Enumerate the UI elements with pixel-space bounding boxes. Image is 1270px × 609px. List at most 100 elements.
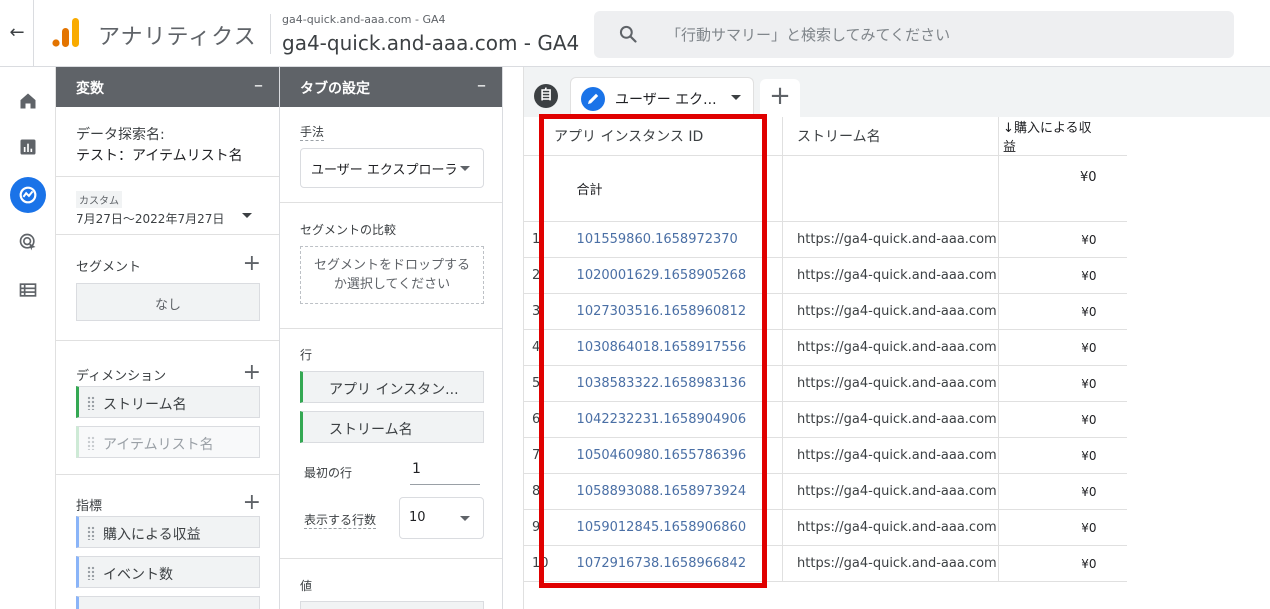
revenue-cell: ¥0 bbox=[998, 329, 1127, 366]
table-row[interactable]: 3 1027303516.1658960812 https://ga4-quick.… bbox=[524, 293, 1127, 330]
row-index: 4 bbox=[524, 329, 549, 366]
values-label: 値 bbox=[300, 579, 313, 593]
table-row[interactable]: 6 1042232231.1658904906 https://ga4-quick.… bbox=[524, 401, 1127, 438]
row-index: 7 bbox=[524, 437, 549, 474]
exploration-name-section: データ探索名: テスト：アイテムリスト名 bbox=[56, 107, 279, 177]
back-arrow-icon[interactable]: ← bbox=[6, 22, 28, 44]
metric-label: 購入による収益 bbox=[103, 527, 201, 543]
explore-icon[interactable] bbox=[10, 177, 46, 213]
app-instance-id-link[interactable]: 1042232231.1658904906 bbox=[548, 401, 783, 438]
table-row[interactable]: 1 101559860.1658972370 https://ga4-quick.a… bbox=[524, 221, 1127, 258]
add-segment-button[interactable]: + bbox=[243, 253, 261, 275]
app-instance-id-link[interactable]: 1058893088.1658973924 bbox=[548, 473, 783, 510]
segments-title: セグメント bbox=[76, 260, 142, 275]
chevron-down-icon[interactable] bbox=[242, 213, 252, 218]
rows-shown-value: 10 bbox=[409, 510, 426, 525]
table-row[interactable]: 2 1020001629.1658905268 https://ga4-quick.… bbox=[524, 257, 1127, 294]
metric-chip[interactable]: イベント数 bbox=[76, 556, 260, 588]
revenue-cell: ¥0 bbox=[998, 293, 1127, 330]
app-instance-id-link[interactable]: 1059012845.1658906860 bbox=[548, 509, 783, 546]
drag-handle-icon[interactable] bbox=[87, 436, 95, 450]
stream-name-cell: https://ga4-quick.and-aaa.com bbox=[782, 329, 999, 366]
table-row[interactable]: 9 1059012845.1658906860 https://ga4-quick.… bbox=[524, 509, 1127, 546]
tab-strip: 自 ユーザー エク... + bbox=[524, 67, 1270, 117]
stream-name-cell: https://ga4-quick.and-aaa.com bbox=[782, 293, 999, 330]
add-metric-button[interactable]: + bbox=[243, 492, 261, 514]
dimension-chip[interactable]: ストリーム名 bbox=[76, 386, 260, 418]
configure-icon[interactable] bbox=[10, 272, 46, 308]
revenue-cell: ¥0 bbox=[998, 437, 1127, 474]
date-range[interactable]: 7月27日～2022年7月27日 bbox=[76, 210, 224, 227]
divider bbox=[33, 0, 34, 67]
home-icon[interactable] bbox=[10, 83, 46, 119]
row-chip[interactable]: ストリーム名 bbox=[300, 411, 484, 443]
metric-chip[interactable]: 購入による収益 bbox=[76, 516, 260, 548]
table-row[interactable]: 10 1072916738.1658966842 https://ga4-quick… bbox=[524, 545, 1127, 582]
dimension-chip[interactable]: アイテムリスト名 bbox=[76, 426, 260, 458]
divider bbox=[270, 14, 271, 54]
drag-handle-icon[interactable] bbox=[87, 566, 95, 580]
dimension-label: ストリーム名 bbox=[103, 397, 187, 413]
search-bar[interactable]: 「行動サマリー」と検索してみてください bbox=[594, 11, 1234, 58]
chevron-down-icon[interactable] bbox=[460, 166, 470, 171]
app-instance-id-link[interactable]: 1050460980.1655786396 bbox=[548, 437, 783, 474]
column-header-stream[interactable]: ストリーム名 bbox=[782, 117, 999, 156]
segment-compare-label: セグメントの比較 bbox=[300, 223, 397, 237]
auto-badge-icon[interactable]: 自 bbox=[534, 84, 558, 108]
dimensions-section: ディメンション + ストリーム名 アイテムリスト名 bbox=[56, 341, 279, 475]
app-instance-id-link[interactable]: 1030864018.1658917556 bbox=[548, 329, 783, 366]
analytics-logo[interactable] bbox=[52, 18, 80, 48]
table-row[interactable]: 7 1050460980.1655786396 https://ga4-quick.… bbox=[524, 437, 1127, 474]
chevron-down-icon[interactable] bbox=[731, 95, 741, 100]
row-label: ストリーム名 bbox=[329, 422, 413, 438]
edit-pencil-icon[interactable] bbox=[581, 87, 605, 111]
account-line[interactable]: ga4-quick.and-aaa.com - GA4 bbox=[282, 13, 446, 26]
drag-handle-icon[interactable] bbox=[87, 526, 95, 540]
stream-name-cell: https://ga4-quick.and-aaa.com bbox=[782, 221, 999, 258]
stream-name-cell: https://ga4-quick.and-aaa.com bbox=[782, 509, 999, 546]
app-instance-id-link[interactable]: 1027303516.1658960812 bbox=[548, 293, 783, 330]
add-dimension-button[interactable]: + bbox=[243, 362, 261, 384]
total-spacer bbox=[524, 155, 549, 222]
chevron-down-icon[interactable] bbox=[460, 516, 470, 521]
rows-shown-select[interactable]: 10 bbox=[399, 497, 484, 539]
add-tab-button[interactable]: + bbox=[760, 79, 800, 117]
dimension-label: アイテムリスト名 bbox=[103, 437, 214, 453]
exploration-name[interactable]: テスト：アイテムリスト名 bbox=[76, 145, 243, 165]
table-row[interactable]: 8 1058893088.1658973924 https://ga4-quick.… bbox=[524, 473, 1127, 510]
search-placeholder[interactable]: 「行動サマリー」と検索してみてください bbox=[666, 24, 950, 45]
value-chip[interactable] bbox=[300, 601, 484, 609]
property-name[interactable]: ga4-quick.and-aaa.com - GA4 bbox=[282, 31, 579, 55]
drag-handle-icon[interactable] bbox=[87, 396, 95, 410]
column-header-revenue[interactable]: ↓購入による収益 bbox=[998, 117, 1127, 156]
tab-user-explorer[interactable]: ユーザー エク... bbox=[570, 77, 754, 117]
row-chip[interactable]: アプリ インスタン... bbox=[300, 371, 484, 403]
revenue-cell: ¥0 bbox=[998, 545, 1127, 582]
tab-settings-header: タブの設定 – bbox=[280, 67, 502, 107]
advertising-icon[interactable] bbox=[10, 224, 46, 260]
metric-chip[interactable] bbox=[76, 596, 260, 609]
first-row-input[interactable]: 1 bbox=[410, 461, 480, 485]
collapse-button[interactable]: – bbox=[254, 75, 263, 96]
reports-icon[interactable] bbox=[10, 129, 46, 165]
revenue-cell: ¥0 bbox=[998, 401, 1127, 438]
row-index: 1 bbox=[524, 221, 549, 258]
revenue-cell: ¥0 bbox=[998, 365, 1127, 402]
app-instance-id-link[interactable]: 101559860.1658972370 bbox=[548, 221, 783, 258]
collapse-button[interactable]: – bbox=[477, 75, 486, 96]
table-row[interactable]: 4 1030864018.1658917556 https://ga4-quick.… bbox=[524, 329, 1127, 366]
table-row[interactable]: 5 1038583322.1658983136 https://ga4-quick.… bbox=[524, 365, 1127, 402]
segment-drop-zone[interactable]: セグメントをドロップするか選択してください bbox=[300, 246, 484, 304]
first-row-label: 最初の行 bbox=[304, 466, 353, 480]
total-revenue: ¥0 bbox=[998, 155, 1127, 222]
technique-label: 手法 bbox=[300, 125, 325, 141]
tab-settings-panel: タブの設定 – 手法 ユーザー エクスプローラ セグメントの比較 セグメントをド… bbox=[280, 67, 503, 609]
app-instance-id-link[interactable]: 1020001629.1658905268 bbox=[548, 257, 783, 294]
stream-name-cell: https://ga4-quick.and-aaa.com bbox=[782, 257, 999, 294]
app-instance-id-link[interactable]: 1072916738.1658966842 bbox=[548, 545, 783, 582]
technique-select[interactable]: ユーザー エクスプローラ bbox=[300, 148, 484, 188]
date-range-section[interactable]: カスタム 7月27日～2022年7月27日 bbox=[56, 177, 279, 235]
app-instance-id-link[interactable]: 1038583322.1658983136 bbox=[548, 365, 783, 402]
revenue-cell: ¥0 bbox=[998, 257, 1127, 294]
column-header-app-instance[interactable]: アプリ インスタンス ID bbox=[524, 117, 783, 156]
